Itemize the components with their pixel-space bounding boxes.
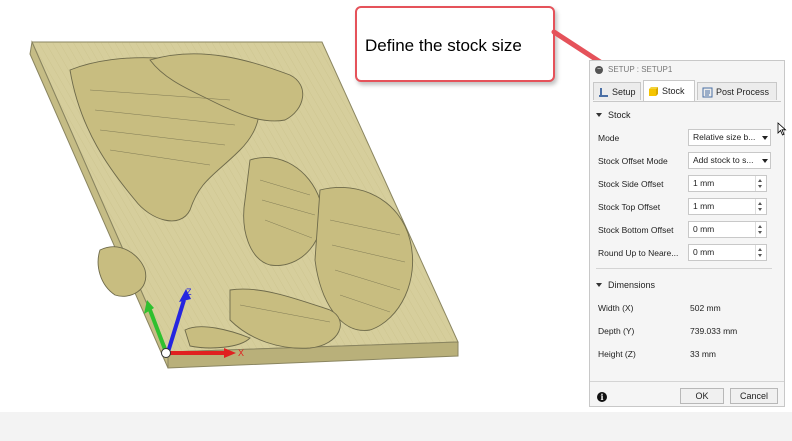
stock-top-offset-input[interactable]: 1 mm — [688, 198, 767, 215]
width-value: 502 mm — [690, 303, 721, 313]
mode-value: Relative size b... — [693, 132, 756, 142]
section-divider — [596, 268, 772, 269]
origin-point — [161, 348, 171, 358]
round-up-label: Round Up to Neare... — [598, 248, 679, 258]
spinner-arrows-icon[interactable] — [755, 245, 766, 260]
stock-icon — [649, 87, 658, 96]
callout-text: Define the stock size — [365, 36, 522, 55]
stock-offset-mode-value: Add stock to s... — [693, 155, 754, 165]
stock-bottom-offset-value: 0 mm — [693, 224, 715, 234]
mode-select[interactable]: Relative size b... — [688, 129, 771, 146]
width-label: Width (X) — [598, 303, 634, 313]
round-up-value: 0 mm — [693, 247, 715, 257]
stock-side-offset-value: 1 mm — [693, 178, 715, 188]
stock-section-label: Stock — [608, 110, 631, 120]
stock-top-offset-value: 1 mm — [693, 201, 715, 211]
dimensions-section-label: Dimensions — [608, 280, 656, 290]
tab-post-process[interactable]: Post Process — [697, 82, 777, 100]
tab-stock-label: Stock — [662, 86, 685, 96]
stock-bottom-offset-label: Stock Bottom Offset — [598, 225, 674, 235]
spinner-arrows-icon[interactable] — [755, 176, 766, 191]
tab-stock[interactable]: Stock — [643, 80, 695, 101]
mode-label: Mode — [598, 133, 620, 143]
stock-side-offset-label: Stock Side Offset — [598, 179, 664, 189]
mouse-cursor-icon — [777, 122, 787, 136]
depth-label: Depth (Y) — [598, 326, 635, 336]
post-process-icon — [702, 87, 713, 98]
dropdown-caret-icon — [762, 136, 768, 140]
height-value: 33 mm — [690, 349, 716, 359]
stock-side-offset-input[interactable]: 1 mm — [688, 175, 767, 192]
stock-top-offset-label: Stock Top Offset — [598, 202, 661, 212]
info-icon[interactable]: i — [597, 392, 607, 402]
spinner-arrows-icon[interactable] — [755, 199, 766, 214]
chevron-down-icon — [596, 283, 602, 287]
depth-value: 739.033 mm — [690, 326, 738, 336]
z-axis-label: Z — [186, 287, 192, 297]
dropdown-caret-icon — [762, 159, 768, 163]
spinner-arrows-icon[interactable] — [755, 222, 766, 237]
tab-setup[interactable]: Setup — [593, 82, 641, 100]
stock-offset-mode-select[interactable]: Add stock to s... — [688, 152, 771, 169]
callout-box: Define the stock size — [355, 6, 555, 82]
stock-offset-mode-label: Stock Offset Mode — [598, 156, 668, 166]
tab-bar: Setup Stock Post Process — [593, 80, 781, 102]
height-label: Height (Z) — [598, 349, 636, 359]
stock-section-header[interactable]: Stock — [596, 110, 631, 120]
setup-icon — [599, 88, 608, 97]
setup-dialog: − SETUP : SETUP1 Setup Stock Post Proces… — [589, 60, 785, 407]
x-axis-label: X — [238, 348, 244, 358]
footer-divider — [590, 381, 784, 382]
round-up-input[interactable]: 0 mm — [688, 244, 767, 261]
dialog-title: SETUP : SETUP1 — [608, 65, 673, 74]
stock-bottom-offset-input[interactable]: 0 mm — [688, 221, 767, 238]
ok-button[interactable]: OK — [680, 388, 724, 404]
tab-setup-label: Setup — [612, 87, 636, 97]
cancel-button[interactable]: Cancel — [730, 388, 778, 404]
tab-post-process-label: Post Process — [716, 87, 770, 97]
dimensions-section-header[interactable]: Dimensions — [596, 280, 655, 290]
chevron-down-icon — [596, 113, 602, 117]
